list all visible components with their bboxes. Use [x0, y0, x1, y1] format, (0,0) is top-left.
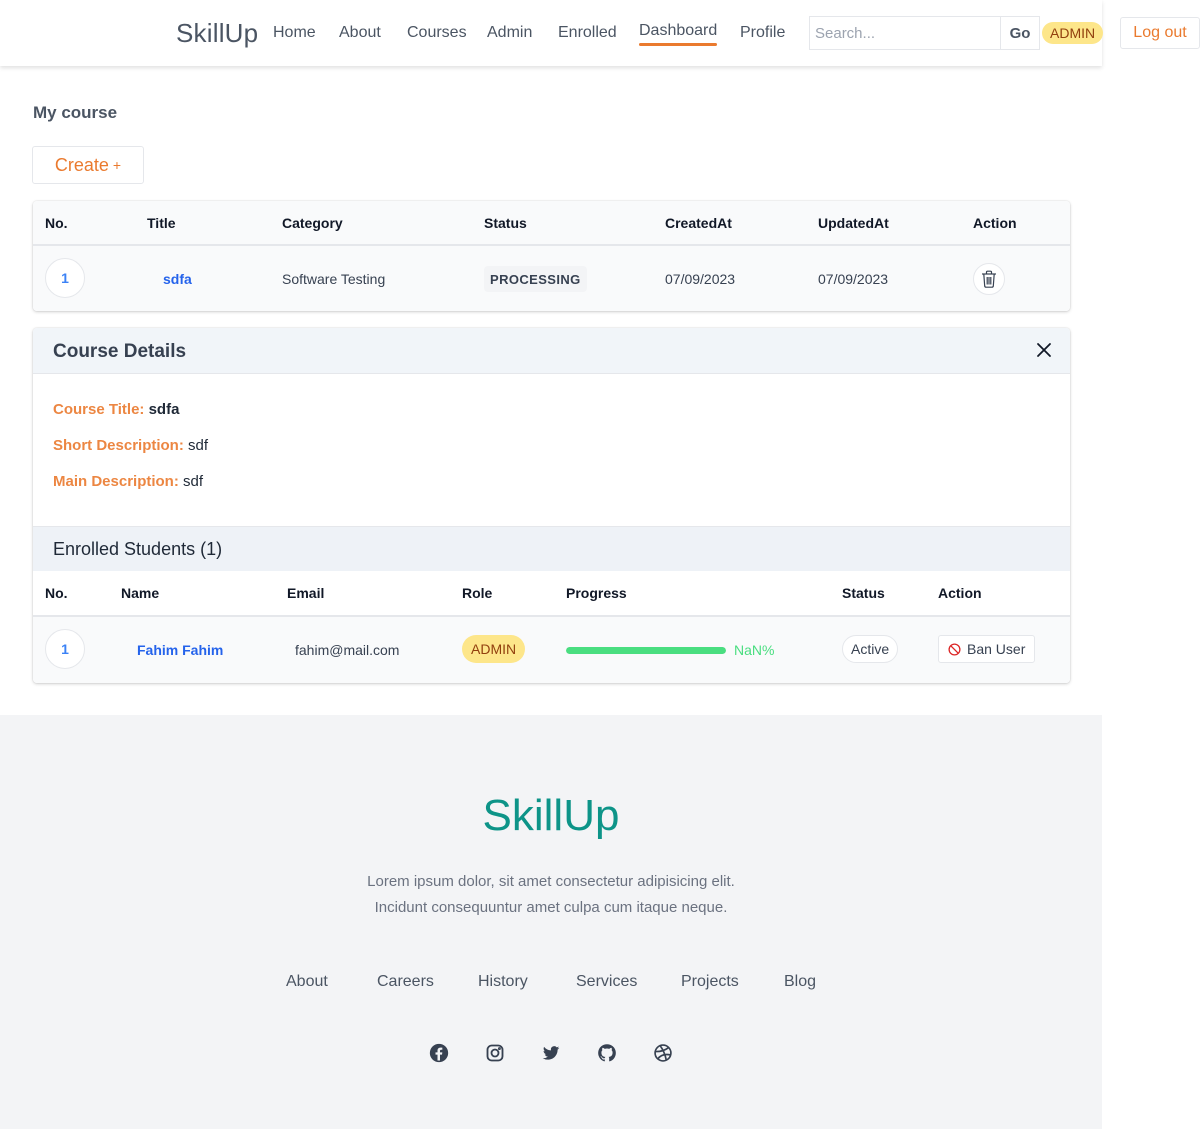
ban-user-label: Ban User — [967, 641, 1026, 657]
field-label: Short Description: — [53, 437, 184, 454]
column-header: Category — [282, 215, 343, 231]
column-header: Title — [147, 215, 176, 231]
courses-table-header: No. Title Category Status CreatedAt Upda… — [33, 201, 1070, 246]
role-badge: ADMIN — [462, 635, 526, 663]
column-header: UpdatedAt — [818, 215, 889, 231]
course-title-link[interactable]: sdfa — [163, 271, 192, 287]
footer-link-about[interactable]: About — [286, 973, 328, 991]
column-header: CreatedAt — [665, 215, 732, 231]
enrolled-students-title: Enrolled Students (1) — [53, 539, 223, 559]
footer-link-services[interactable]: Services — [576, 973, 637, 991]
main-description-field: Main Description: sdf — [53, 473, 203, 490]
search-bar: Go — [809, 16, 1040, 50]
course-category: Software Testing — [282, 271, 386, 287]
twitter-icon[interactable] — [541, 1043, 561, 1063]
column-header: Role — [462, 585, 493, 601]
plus-icon: + — [112, 157, 122, 173]
course-details-title: Course Details — [53, 341, 187, 362]
column-header: Action — [973, 215, 1017, 231]
search-go-button[interactable]: Go — [1000, 17, 1039, 49]
table-row[interactable]: 1 Fahim Fahim fahim@mail.com ADMIN NaN% … — [33, 617, 1070, 683]
page-title: My course — [33, 103, 118, 122]
nav-admin[interactable]: Admin — [487, 24, 532, 42]
row-number: 1 — [45, 258, 85, 298]
progress-percent: NaN% — [734, 642, 775, 658]
student-name-link[interactable]: Fahim Fahim — [137, 642, 223, 658]
column-header: Status — [484, 215, 527, 231]
search-input[interactable] — [810, 17, 1000, 49]
short-description-field: Short Description: sdf — [53, 437, 208, 454]
logout-button[interactable]: Log out — [1120, 17, 1200, 49]
footer: SkillUp Lorem ipsum dolor, sit amet cons… — [0, 715, 1102, 1129]
updated-at: 07/09/2023 — [818, 271, 889, 287]
field-label: Course Title: — [53, 401, 145, 418]
ban-user-button[interactable]: Ban User — [938, 635, 1036, 663]
role-badge: ADMIN — [1042, 22, 1104, 44]
course-details-panel: Course Details Course Title: sdfa Short … — [33, 328, 1070, 683]
column-header: Progress — [566, 585, 627, 601]
nav-about[interactable]: About — [339, 24, 381, 42]
instagram-icon[interactable] — [485, 1043, 505, 1063]
footer-link-blog[interactable]: Blog — [784, 973, 816, 991]
ban-icon — [948, 642, 961, 656]
trash-icon — [982, 270, 996, 288]
nav-profile[interactable]: Profile — [740, 24, 785, 42]
nav-courses[interactable]: Courses — [407, 24, 467, 42]
row-number: 1 — [45, 629, 85, 669]
column-header: Name — [121, 585, 160, 601]
field-value: sdfa — [148, 401, 180, 418]
field-label: Main Description: — [53, 473, 179, 490]
close-details-button[interactable] — [1032, 338, 1056, 362]
course-details-header: Course Details — [33, 328, 1070, 374]
facebook-icon[interactable] — [429, 1043, 449, 1063]
column-header: Email — [287, 585, 325, 601]
courses-table: No. Title Category Status CreatedAt Upda… — [33, 201, 1070, 311]
column-header: Status — [842, 585, 885, 601]
footer-link-careers[interactable]: Careers — [377, 973, 434, 991]
footer-brand[interactable]: SkillUp — [0, 791, 1102, 841]
column-header: No. — [45, 215, 68, 231]
course-title-field: Course Title: sdfa — [53, 401, 179, 418]
create-label: Create — [54, 154, 109, 175]
column-header: Action — [938, 585, 982, 601]
created-at: 07/09/2023 — [665, 271, 736, 287]
nav-home[interactable]: Home — [273, 24, 316, 42]
table-row[interactable]: 1 sdfa Software Testing PROCESSING 07/09… — [33, 246, 1070, 311]
create-course-button[interactable]: Create + — [32, 146, 144, 184]
progress-bar — [566, 647, 726, 654]
status-badge: Active — [842, 635, 899, 663]
column-header: No. — [45, 585, 68, 601]
close-icon — [1037, 343, 1051, 357]
github-icon[interactable] — [597, 1043, 617, 1063]
enrolled-students-header: Enrolled Students (1) — [33, 526, 1070, 571]
delete-course-button[interactable] — [973, 263, 1005, 295]
dribbble-icon[interactable] — [653, 1043, 673, 1063]
top-navbar: SkillUp Home About Courses Admin Enrolle… — [0, 0, 1104, 66]
status-badge: PROCESSING — [484, 266, 587, 292]
footer-link-projects[interactable]: Projects — [681, 973, 739, 991]
nav-dashboard[interactable]: Dashboard — [639, 22, 718, 46]
footer-text-line: Incidunt consequuntur amet culpa cum ita… — [374, 899, 728, 916]
students-table-header: No. Name Email Role Progress Status Acti… — [33, 571, 1070, 617]
footer-text-line: Lorem ipsum dolor, sit amet consectetur … — [367, 873, 735, 890]
field-value: sdf — [188, 437, 209, 454]
brand-logo[interactable]: SkillUp — [176, 18, 258, 49]
nav-enrolled[interactable]: Enrolled — [558, 24, 617, 42]
field-value: sdf — [183, 473, 204, 490]
student-email: fahim@mail.com — [295, 642, 400, 658]
progress-bar-fill — [566, 647, 726, 654]
footer-link-history[interactable]: History — [478, 973, 528, 991]
